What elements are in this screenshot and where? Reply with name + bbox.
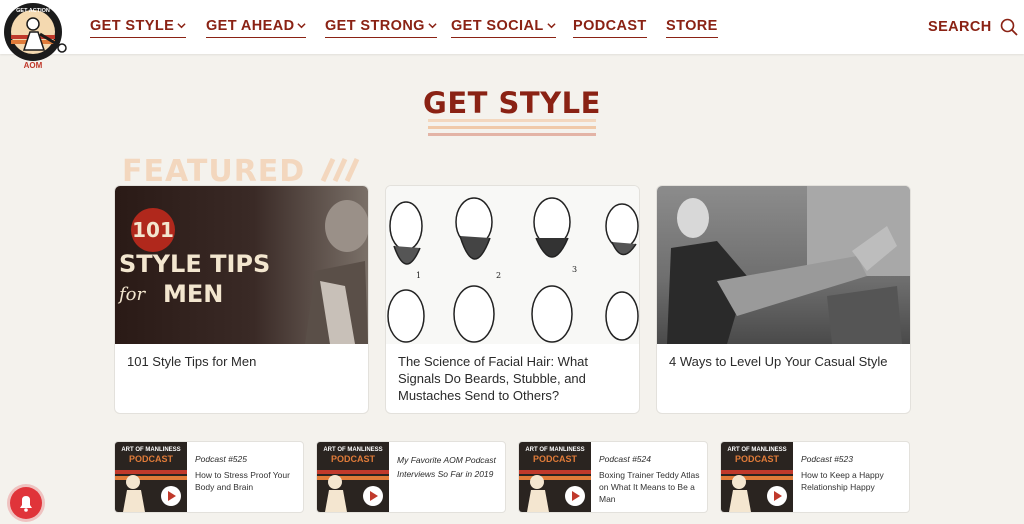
- nav-label: GET SOCIAL: [451, 18, 544, 34]
- chevron-down-icon: [177, 23, 186, 29]
- svg-text:ART OF MANLINESS: ART OF MANLINESS: [121, 447, 180, 453]
- logo-ring-text: GET ACTION: [16, 8, 50, 14]
- svg-text:ART OF MANLINESS: ART OF MANLINESS: [323, 447, 382, 453]
- card-thumbnail: 101 STYLE TIPS for MEN: [115, 186, 368, 344]
- svg-text:ART OF MANLINESS: ART OF MANLINESS: [525, 447, 584, 453]
- card-title[interactable]: 101 Style Tips for Men: [127, 353, 357, 370]
- podcast-category: Podcast #524: [599, 454, 651, 464]
- podcast-category: Podcast #525: [195, 454, 247, 464]
- search-label: SEARCH: [928, 19, 992, 35]
- figure-number: 2: [496, 271, 501, 280]
- podcast-card[interactable]: ART OF MANLINESS PODCAST Podcast #524 Bo…: [518, 441, 708, 513]
- svg-text:PODCAST: PODCAST: [735, 454, 780, 464]
- search-icon: [1000, 18, 1018, 36]
- page-title: GET STYLE: [423, 86, 601, 120]
- title-underline-stripes: [428, 119, 596, 136]
- slash-decoration: [320, 157, 359, 183]
- nav-label: PODCAST: [573, 18, 647, 34]
- podcast-thumbnail: ART OF MANLINESS PODCAST: [115, 442, 187, 512]
- svg-text:PODCAST: PODCAST: [533, 454, 578, 464]
- logo-brand-text: AOM: [24, 61, 43, 70]
- nav-get-social[interactable]: GET SOCIAL: [451, 17, 556, 38]
- featured-card[interactable]: 4 Ways to Level Up Your Casual Style: [656, 185, 911, 414]
- card-title[interactable]: 4 Ways to Level Up Your Casual Style: [669, 353, 899, 370]
- podcast-title[interactable]: My Favorite AOM Podcast Interviews So Fa…: [397, 453, 497, 481]
- search-button[interactable]: SEARCH: [928, 18, 1018, 36]
- featured-label: FEATURED: [122, 154, 367, 189]
- featured-card[interactable]: 1 2 3 The Science of Facial Hair: What S…: [385, 185, 640, 414]
- svg-text:PODCAST: PODCAST: [129, 454, 174, 464]
- top-navigation-bar: GET ACTION AOM GET STYLE GET AHEAD GET S…: [0, 0, 1024, 70]
- podcast-title[interactable]: How to Stress Proof Your Body and Brain: [195, 469, 297, 493]
- podcast-card[interactable]: ART OF MANLINESS PODCAST Podcast #523 Ho…: [720, 441, 910, 513]
- podcast-thumbnail: ART OF MANLINESS PODCAST: [721, 442, 793, 512]
- nav-label: GET STRONG: [325, 18, 425, 34]
- thumb-line2: MEN: [163, 280, 223, 308]
- svg-text:PODCAST: PODCAST: [331, 454, 376, 464]
- nav-label: GET STYLE: [90, 18, 175, 34]
- podcast-card[interactable]: ART OF MANLINESS PODCAST Podcast #525 Ho…: [114, 441, 304, 513]
- nav-get-style[interactable]: GET STYLE: [90, 17, 187, 38]
- card-thumbnail: [657, 186, 910, 344]
- thumb-number: 101: [132, 218, 174, 242]
- featured-card[interactable]: 101 STYLE TIPS for MEN 101 Style Tips fo…: [114, 185, 369, 414]
- aom-logo[interactable]: GET ACTION AOM: [2, 2, 76, 72]
- card-thumbnail: 1 2 3: [386, 186, 639, 344]
- figure-number: 3: [572, 265, 577, 274]
- podcast-title[interactable]: Boxing Trainer Teddy Atlas on What It Me…: [599, 469, 701, 505]
- podcast-category: Podcast #523: [801, 454, 853, 464]
- nav-label: STORE: [666, 18, 718, 34]
- thumb-for: for: [117, 284, 146, 305]
- nav-get-strong[interactable]: GET STRONG: [325, 17, 437, 38]
- notification-bell-button[interactable]: [10, 487, 42, 519]
- bell-icon: [20, 496, 32, 512]
- chevron-down-icon: [428, 23, 437, 29]
- nav-get-ahead[interactable]: GET AHEAD: [206, 17, 307, 38]
- nav-podcast[interactable]: PODCAST: [573, 17, 647, 38]
- podcast-thumbnail: ART OF MANLINESS PODCAST: [317, 442, 389, 512]
- chevron-down-icon: [547, 23, 556, 29]
- podcast-card[interactable]: ART OF MANLINESS PODCAST My Favorite AOM…: [316, 441, 506, 513]
- podcast-thumbnail: ART OF MANLINESS PODCAST: [519, 442, 591, 512]
- figure-number: 1: [416, 271, 421, 280]
- nav-label: GET AHEAD: [206, 18, 295, 34]
- chevron-down-icon: [297, 23, 307, 29]
- card-title[interactable]: The Science of Facial Hair: What Signals…: [398, 353, 628, 404]
- svg-text:ART OF MANLINESS: ART OF MANLINESS: [727, 447, 786, 453]
- podcast-title[interactable]: How to Keep a Happy Relationship Happy: [801, 469, 903, 493]
- thumb-line1: STYLE TIPS: [119, 250, 270, 278]
- nav-store[interactable]: STORE: [666, 17, 718, 38]
